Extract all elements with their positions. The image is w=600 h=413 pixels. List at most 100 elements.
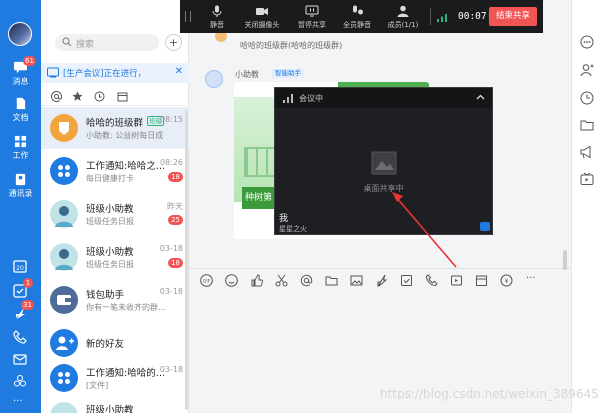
rail-item-docs[interactable]: 文档 xyxy=(0,97,41,123)
participant-label: 我 xyxy=(279,214,289,224)
conversation-name: 新的好友 xyxy=(86,339,125,350)
conversation-name: 班级小助教 xyxy=(86,204,134,215)
assistant-avatar xyxy=(50,243,78,271)
rail-item-work[interactable]: 工作 xyxy=(0,135,41,161)
user-avatar[interactable] xyxy=(8,22,32,46)
archive-icon[interactable] xyxy=(117,91,128,102)
sender-avatar[interactable] xyxy=(205,70,223,88)
history-icon[interactable] xyxy=(94,91,105,102)
screen-share-icon xyxy=(371,151,397,175)
svg-text:¥: ¥ xyxy=(505,278,509,285)
conversation-preview: 每日健康打卡 xyxy=(86,174,134,183)
conversation-item[interactable]: 工作通知:哈哈的… 03-18 [文件] xyxy=(41,357,189,399)
members-icon xyxy=(397,5,409,17)
live-icon[interactable] xyxy=(580,172,594,186)
participant-name: 星星之火 xyxy=(279,225,307,233)
search-placeholder: 搜索 xyxy=(76,40,95,50)
search-input[interactable]: 搜索 xyxy=(55,34,159,51)
calendar-event-icon[interactable] xyxy=(475,274,488,287)
left-rail: 消息 61 文档 工作 通讯录 20 1 31 ··· xyxy=(0,0,41,413)
mail-icon[interactable] xyxy=(13,352,27,366)
mute-button[interactable]: 静音 xyxy=(206,5,228,30)
rail-badge: 61 xyxy=(23,56,36,66)
phone-icon[interactable] xyxy=(13,330,27,344)
pause-share-button[interactable]: 暂停共享 xyxy=(295,5,329,30)
chat-bubble-icon[interactable] xyxy=(480,222,490,231)
conversation-name: 工作通知:哈哈的… xyxy=(86,368,164,379)
mute-all-button[interactable]: 全员静音 xyxy=(340,5,374,30)
conversation-time: 昨天 xyxy=(167,202,183,211)
chat-group-name: 哈哈的班级群(哈哈的班级群) xyxy=(240,41,343,50)
drag-handle[interactable] xyxy=(185,11,191,22)
rail-label: 文档 xyxy=(12,113,29,122)
signal-icon xyxy=(437,14,447,22)
svg-text:20: 20 xyxy=(16,265,24,272)
at-icon[interactable] xyxy=(300,274,313,287)
mute-all-icon xyxy=(353,5,363,15)
mention-icon[interactable] xyxy=(51,91,62,102)
conversation-item[interactable]: 工作通知:哈哈之… 08:26 每日健康打卡 18 xyxy=(41,150,189,192)
close-icon[interactable]: ✕ xyxy=(175,66,183,77)
camera-off-button[interactable]: 关闭摄像头 xyxy=(242,5,282,30)
add-button[interactable]: + xyxy=(165,34,182,51)
annotation-arrow xyxy=(392,192,457,268)
document-icon xyxy=(16,97,26,110)
grid-icon xyxy=(14,135,27,148)
members-button[interactable]: 成员(1/1) xyxy=(385,5,421,30)
end-share-button[interactable]: 结束共享 xyxy=(489,7,537,26)
tool-label: 成员(1/1) xyxy=(387,21,419,29)
ding-message-icon[interactable] xyxy=(375,274,388,287)
conversation-preview: 班级任务日报 xyxy=(86,217,134,226)
toolbar-divider xyxy=(430,8,431,25)
rail-badge: 31 xyxy=(21,300,34,310)
calendar-icon[interactable]: 20 xyxy=(13,259,27,273)
video-meeting-icon[interactable] xyxy=(450,274,463,287)
conversation-preview: 你有一笔未收齐的群… xyxy=(86,303,166,312)
image-icon[interactable] xyxy=(350,274,363,287)
list-scrollbar[interactable] xyxy=(185,110,188,410)
meeting-banner[interactable]: [生产会议]正在进行， ✕ xyxy=(41,63,189,83)
task-icon[interactable] xyxy=(400,274,413,287)
app-avatar xyxy=(50,364,78,392)
conversation-time: 03-18 xyxy=(159,365,183,374)
red-packet-icon[interactable]: ¥ xyxy=(500,274,513,287)
scissors-icon[interactable] xyxy=(275,274,288,287)
group-avatar xyxy=(50,114,78,142)
contacts-icon xyxy=(15,173,26,186)
more-icon[interactable]: ··· xyxy=(13,396,23,407)
sender-tag: 智能助手 xyxy=(272,69,304,78)
wallet-avatar xyxy=(50,286,78,314)
rail-item-messages[interactable]: 消息 xyxy=(0,61,41,87)
conversation-item[interactable]: 钱包助手 03-18 你有一笔未收齐的群… xyxy=(41,279,189,321)
folder-icon[interactable] xyxy=(325,274,338,287)
new-friend-avatar xyxy=(50,329,78,357)
right-rail xyxy=(571,0,600,413)
chevron-up-icon[interactable] xyxy=(475,92,486,103)
gif-icon[interactable]: GIF xyxy=(200,274,213,287)
call-icon[interactable] xyxy=(425,274,438,287)
rail-item-contacts[interactable]: 通讯录 xyxy=(0,173,41,199)
tool-label: 暂停共享 xyxy=(298,21,326,29)
chat-scrollbar[interactable] xyxy=(563,250,567,270)
more-icon[interactable]: ··· xyxy=(526,273,536,284)
watermark: https://blog.csdn.net/weixin_38964520 xyxy=(380,387,600,401)
meeting-banner-text: [生产会议]正在进行， xyxy=(63,69,147,79)
star-icon[interactable] xyxy=(72,91,83,102)
conversation-item[interactable]: 班级小助教 xyxy=(41,398,189,413)
history-icon[interactable] xyxy=(580,91,594,105)
thumbs-up-icon[interactable] xyxy=(250,274,263,287)
meeting-window-header[interactable]: 会议中 xyxy=(275,88,492,108)
emoji-icon[interactable] xyxy=(225,274,238,287)
more-options-icon[interactable] xyxy=(580,35,594,49)
conversation-item[interactable]: 班级小助教 03-18 班级任务日报 18 xyxy=(41,236,189,278)
signal-icon xyxy=(283,94,293,103)
apps-icon[interactable] xyxy=(13,374,27,388)
conversation-item[interactable]: 班级小助教 昨天 班级任务日报 25 xyxy=(41,193,189,235)
folder-icon[interactable] xyxy=(580,118,594,132)
conversation-item[interactable]: 哈哈的班级群 班级 08:15 小助教: 公益树每日成 xyxy=(41,107,189,149)
conversation-time: 03-18 xyxy=(159,244,183,253)
add-member-icon[interactable] xyxy=(580,63,594,77)
conversation-preview: 小助教: 公益树每日成 xyxy=(86,131,164,140)
pause-share-icon xyxy=(305,5,319,17)
announcement-icon[interactable] xyxy=(580,145,594,159)
